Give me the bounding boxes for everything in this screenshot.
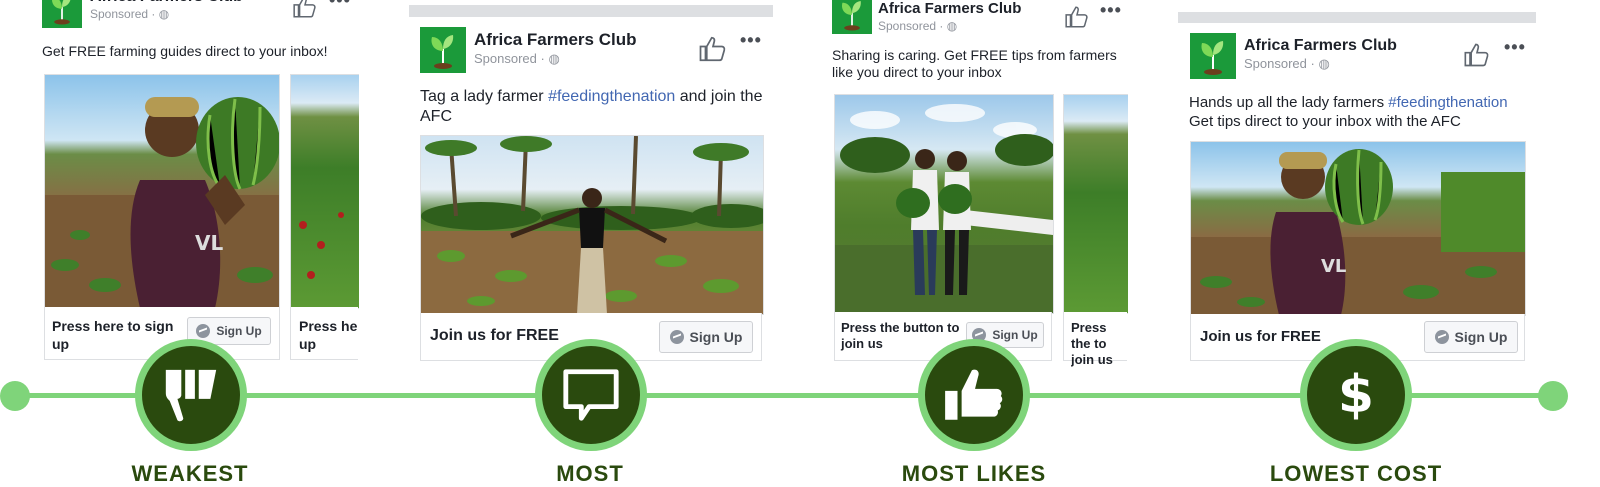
ad-1-card-2-footer: Press he up [290,307,358,360]
thumbs-down-icon [165,369,217,422]
timeline-start-dot [0,381,30,411]
like-icon[interactable] [1064,4,1090,30]
ad-4-body-text-end: Get tips direct to your inbox with the A… [1189,113,1461,130]
messenger-icon [669,330,684,344]
more-options-icon[interactable]: ••• [1100,0,1122,21]
signup-label: Sign Up [216,324,262,338]
label-most: MOST [556,461,624,486]
speech-bubble-icon [563,369,619,421]
badge-most [535,339,647,451]
ad-2-signup-button[interactable]: Sign Up [659,321,753,353]
ad-1-header: Africa Farmers Club Sponsored · ◍ [42,0,243,28]
ad-3-card-2-footer: Press the to join us [1063,312,1127,367]
globe-icon: ◍ [1318,56,1330,71]
ad-3-body: Sharing is caring. Get FREE tips from fa… [832,47,1117,80]
africa-farmers-club-logo[interactable] [420,27,466,73]
globe-icon: ◍ [548,51,560,66]
like-icon[interactable] [698,34,728,64]
svg-text:VL: VL [195,231,223,255]
page-name[interactable]: Africa Farmers Club [474,31,637,49]
ad-2-cta: Join us for FREE [430,327,559,344]
more-options-icon[interactable]: ••• [740,30,762,51]
badge-most-likes [918,339,1030,451]
ad-1-body: Get FREE farming guides direct to your i… [42,43,328,59]
ad-2-photo[interactable] [420,135,764,315]
ad-4-body-text: Hands up all the lady farmers [1189,94,1389,111]
svg-text:VL: VL [1321,256,1346,277]
hashtag-link[interactable]: #feedingthenation [1388,94,1507,111]
globe-icon: ◍ [946,19,958,33]
ad-3-header: Africa Farmers Club Sponsored · ◍ [832,0,1021,34]
messenger-icon [196,324,211,338]
africa-farmers-club-logo[interactable] [42,0,82,28]
sponsored-label: Sponsored · [474,51,549,66]
ad-4-top-bar [1178,12,1536,23]
ad-4-cta: Join us for FREE [1200,328,1321,345]
timeline-end-dot [1538,381,1568,411]
ad-2-top-bar [409,5,773,17]
signup-label: Sign Up [992,328,1038,342]
more-options-icon[interactable]: ••• [1504,37,1526,58]
like-icon[interactable] [1463,41,1491,69]
page-name[interactable]: Africa Farmers Club [878,0,1021,18]
sponsored-label: Sponsored · [1244,56,1319,71]
page-name[interactable]: Africa Farmers Club [1244,37,1397,55]
thumbs-up-icon [945,369,1003,420]
like-icon[interactable] [292,0,318,20]
more-options-icon[interactable]: ••• [329,0,351,11]
label-weakest: WEAKEST [131,461,249,486]
africa-farmers-club-logo[interactable] [1190,33,1236,79]
badge-lowest-cost: $ [1300,339,1412,451]
ad-4-header: Africa Farmers Club Sponsored · ◍ [1190,33,1397,79]
messenger-icon [1434,330,1449,344]
sponsored-label: Sponsored · [878,19,947,33]
dollar-icon: $ [1337,365,1375,425]
sponsored-label: Sponsored · [90,7,159,21]
label-most-likes: MOST LIKES [901,461,1047,486]
globe-icon: ◍ [158,7,170,21]
ad-3-card-2-cta: Press the to join us [1071,320,1113,367]
ad-2-body: Tag a lady farmer #feedingthenation and … [420,87,770,127]
ad-2-body-text: Tag a lady farmer [420,88,549,105]
ad-1-card-2-photo[interactable] [290,74,359,309]
ad-3-card-1-photo[interactable] [834,94,1054,314]
ad-4-photo[interactable]: VL [1190,141,1526,316]
signup-label: Sign Up [689,329,743,345]
hashtag-link[interactable]: #feedingthenation [548,88,675,105]
signup-label: Sign Up [1454,329,1508,345]
ad-3-card-2-photo[interactable] [1063,94,1128,314]
ad-1-card-1-photo[interactable]: VL [44,74,280,309]
ad-2-header: Africa Farmers Club Sponsored · ◍ [420,27,637,73]
ad-4-body: Hands up all the lady farmers #feedingth… [1189,93,1534,131]
africa-farmers-club-logo[interactable] [832,0,872,34]
ad-1-card-2-cta: Press he up [299,318,358,352]
label-lowest-cost: LOWEST COST [1269,461,1443,486]
ad-4-signup-button[interactable]: Sign Up [1424,321,1518,353]
badge-weakest [135,339,247,451]
